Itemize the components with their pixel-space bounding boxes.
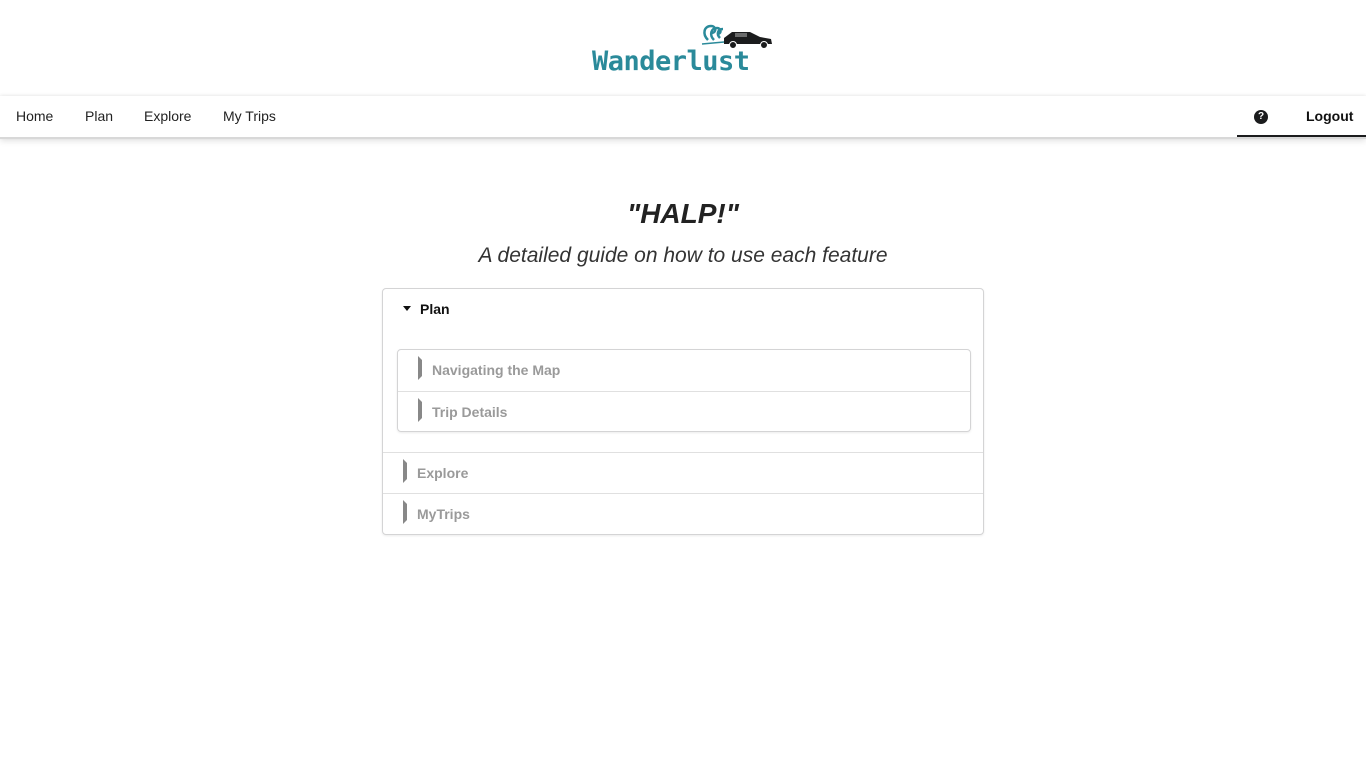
question-circle-icon[interactable]: ? <box>1254 110 1268 124</box>
help-accordion: Plan Navigating the Map Trip Details Exp… <box>382 288 984 535</box>
accordion-section-mytrips[interactable]: MyTrips <box>383 493 983 534</box>
nav-explore[interactable]: Explore <box>144 96 191 137</box>
accordion-section-label: MyTrips <box>417 506 470 522</box>
accordion-item-navigating-the-map[interactable]: Navigating the Map <box>398 350 970 390</box>
accordion-section-label: Explore <box>417 465 469 481</box>
logout-button[interactable]: Logout <box>1306 96 1353 137</box>
caret-right-icon <box>418 356 422 380</box>
nav-my-trips[interactable]: My Trips <box>223 96 276 137</box>
logo-text: Wanderlust <box>592 46 750 77</box>
page-title: "HALP!" <box>626 198 740 229</box>
header: Wanderlust <box>0 0 1366 96</box>
nav-home[interactable]: Home <box>16 96 53 137</box>
caret-right-icon <box>418 398 422 422</box>
accordion-section-label: Plan <box>420 301 450 317</box>
page-subtitle: A detailed guide on how to use each feat… <box>478 244 888 267</box>
wanderlust-logo[interactable]: Wanderlust <box>590 22 776 82</box>
caret-down-icon <box>403 305 411 311</box>
caret-right-icon <box>403 459 407 483</box>
main-navbar: Home Plan Explore My Trips <box>0 96 1366 139</box>
accordion-item-label: Navigating the Map <box>432 362 561 378</box>
accordion-item-trip-details[interactable]: Trip Details <box>398 391 970 432</box>
accordion-section-explore[interactable]: Explore <box>383 452 983 493</box>
accordion-item-label: Trip Details <box>432 404 508 420</box>
accordion-section-plan[interactable]: Plan <box>403 301 450 317</box>
caret-right-icon <box>403 500 407 524</box>
plan-sub-accordion: Navigating the Map Trip Details <box>397 349 971 432</box>
nav-plan[interactable]: Plan <box>85 96 113 137</box>
